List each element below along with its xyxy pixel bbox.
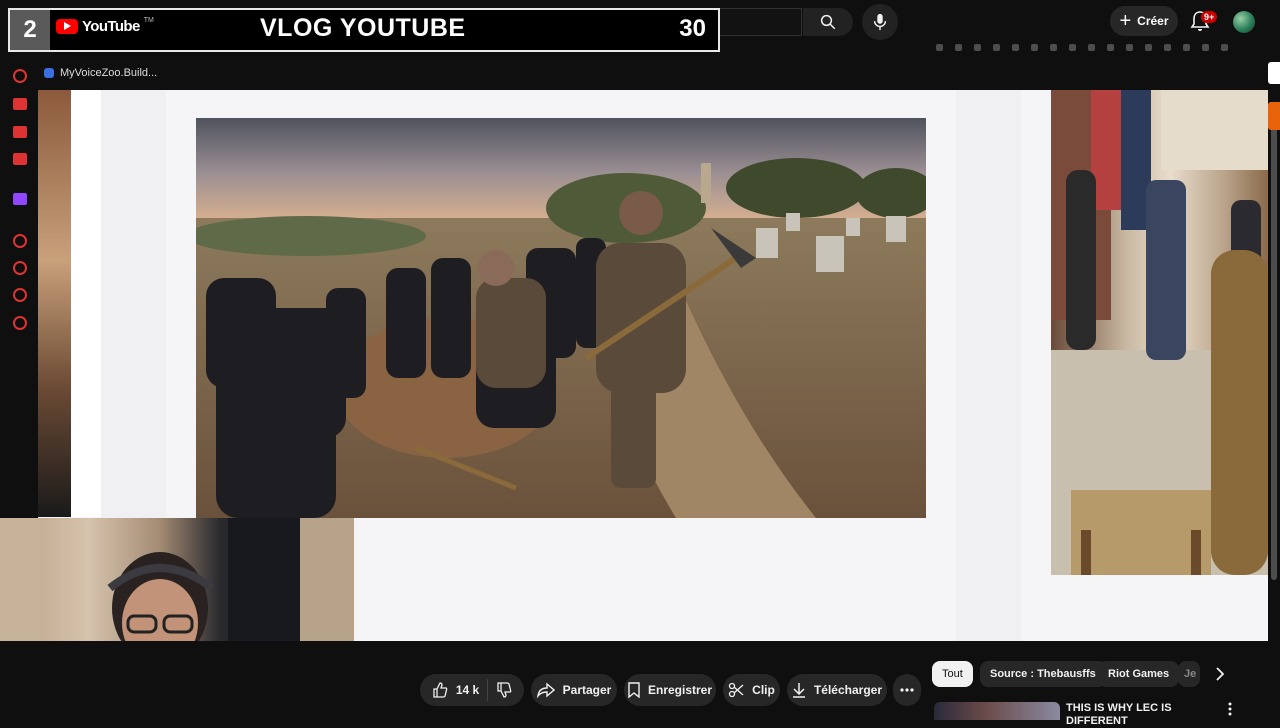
gmail-icon[interactable] xyxy=(13,153,27,165)
search-input[interactable] xyxy=(720,8,802,36)
download-label: Télécharger xyxy=(813,683,883,697)
thumbs-down-icon[interactable] xyxy=(496,682,512,698)
youtube-logo-tm: TM xyxy=(143,16,154,24)
download-icon xyxy=(792,683,805,698)
search-button[interactable] xyxy=(803,8,853,36)
extension-icons xyxy=(936,44,1256,54)
clip-button[interactable]: Clip xyxy=(723,674,780,706)
extension-icon[interactable] xyxy=(1183,44,1190,51)
like-divider xyxy=(487,679,489,701)
download-button[interactable]: Télécharger xyxy=(787,674,887,706)
notifications-badge: 9+ xyxy=(1201,11,1218,23)
share-label: Partager xyxy=(562,683,612,697)
twitch-icon[interactable] xyxy=(13,193,27,205)
scrollbar-thumb[interactable] xyxy=(1271,120,1277,580)
youtube-logo: YouTube TM xyxy=(56,16,154,36)
sidebar-app-icon[interactable] xyxy=(13,288,27,302)
thumbs-up-icon[interactable] xyxy=(432,682,448,698)
recommendation-thumbnail[interactable] xyxy=(934,702,1060,720)
extension-icon[interactable] xyxy=(993,44,1000,51)
more-vertical-icon xyxy=(1228,702,1232,716)
side-panel-tab[interactable] xyxy=(1268,62,1280,84)
market-street-image xyxy=(1051,90,1268,575)
extension-icon[interactable] xyxy=(1164,44,1171,51)
side-panel-tab[interactable] xyxy=(1268,102,1280,130)
background-panel xyxy=(956,90,1021,641)
sidebar-app-icon[interactable] xyxy=(13,126,27,138)
save-label: Enregistrer xyxy=(647,683,713,697)
recommendation-title[interactable]: THIS IS WHY LEC IS DIFFERENT xyxy=(1066,702,1196,728)
bookmark-icon xyxy=(628,682,640,698)
bookmark-label: MyVoiceZoo.Build... xyxy=(60,67,158,79)
microphone-icon xyxy=(873,13,887,31)
save-button[interactable]: Enregistrer xyxy=(624,674,716,706)
market-scene-illustration xyxy=(1051,90,1268,575)
create-button[interactable]: + Créer xyxy=(1110,6,1178,36)
youtube-play-icon xyxy=(56,18,78,34)
clock-icon[interactable] xyxy=(13,261,27,275)
extension-icon[interactable] xyxy=(955,44,962,51)
chips-next-button[interactable] xyxy=(1208,662,1232,686)
more-horizontal-icon xyxy=(900,688,914,692)
overlay-title: VLOG YOUTUBE xyxy=(260,14,466,42)
settings-icon[interactable] xyxy=(13,316,27,330)
search-icon xyxy=(820,14,836,30)
share-icon xyxy=(536,682,555,698)
overlay-number: 2 xyxy=(10,10,50,50)
cemetery-burial-image xyxy=(196,118,926,518)
account-avatar[interactable] xyxy=(1233,11,1255,33)
history-icon[interactable] xyxy=(13,69,27,83)
extension-icon[interactable] xyxy=(1221,44,1228,51)
extension-icon[interactable] xyxy=(1088,44,1095,51)
extension-icon[interactable] xyxy=(1012,44,1019,51)
left-sidebar xyxy=(0,56,38,536)
stream-overlay-banner: 2 YouTube TM VLOG YOUTUBE 30 xyxy=(8,8,720,52)
share-button[interactable]: Partager xyxy=(531,674,617,706)
extension-icon[interactable] xyxy=(936,44,943,51)
sidebar-app-icon[interactable] xyxy=(13,98,27,110)
extension-icon[interactable] xyxy=(1031,44,1038,51)
bookmark-favicon-icon xyxy=(44,68,54,78)
chip-source[interactable]: Source : Thebausffs xyxy=(980,661,1106,687)
chip-partial[interactable]: Je xyxy=(1178,661,1200,687)
chip-riot-games[interactable]: Riot Games xyxy=(1098,661,1180,687)
bookmark-item[interactable]: MyVoiceZoo.Build... xyxy=(44,67,157,79)
background-panel xyxy=(71,90,101,517)
scissors-icon xyxy=(729,682,744,698)
extension-icon[interactable] xyxy=(1107,44,1114,51)
overlay-count: 30 xyxy=(679,15,706,42)
extension-icon[interactable] xyxy=(1126,44,1133,51)
extension-icon[interactable] xyxy=(1069,44,1076,51)
create-label: Créer xyxy=(1137,14,1169,28)
chip-all[interactable]: Tout xyxy=(932,661,973,687)
extension-icon[interactable] xyxy=(1202,44,1209,51)
youtube-logo-text: YouTube xyxy=(82,17,140,35)
more-actions-button[interactable] xyxy=(893,674,921,706)
like-count[interactable]: 14 k xyxy=(456,683,479,697)
voice-search-button[interactable] xyxy=(862,4,898,40)
extension-icon[interactable] xyxy=(974,44,981,51)
extension-icon[interactable] xyxy=(1050,44,1057,51)
sidebar-app-icon[interactable] xyxy=(13,234,27,248)
cemetery-scene-illustration xyxy=(196,118,926,518)
extension-icon[interactable] xyxy=(1145,44,1152,51)
like-dislike-group: 14 k xyxy=(420,674,524,706)
clip-label: Clip xyxy=(752,683,775,697)
recommendation-menu-button[interactable] xyxy=(1228,702,1236,718)
background-image-strip xyxy=(38,90,71,517)
chevron-right-icon xyxy=(1216,667,1225,681)
plus-icon: + xyxy=(1119,10,1132,32)
